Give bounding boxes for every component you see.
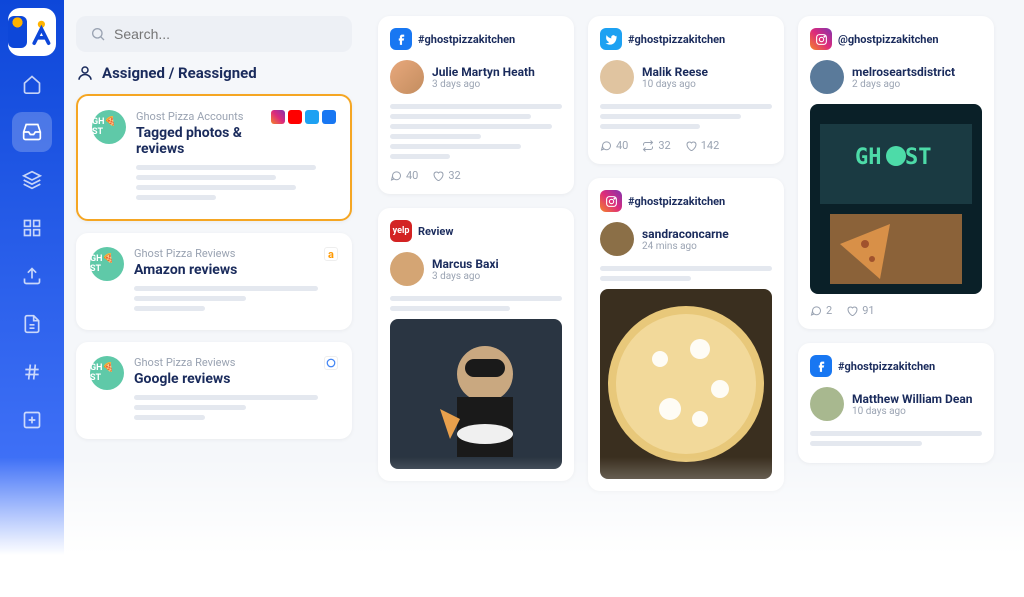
nav-layers[interactable] xyxy=(12,160,52,200)
feed-column: #ghostpizzakitchen Malik Reese 10 days a… xyxy=(588,16,784,581)
avatar xyxy=(600,222,634,256)
stream-card[interactable]: GH🍕ST Ghost Pizza Accounts Tagged photos… xyxy=(76,94,352,221)
post-hashtag: #ghostpizzakitchen xyxy=(418,33,515,46)
post-hashtag: #ghostpizzakitchen xyxy=(628,195,725,208)
stream-meta: Ghost Pizza Accounts xyxy=(136,110,271,123)
post-image: GH ST xyxy=(810,104,982,294)
feed: #ghostpizzakitchen Julie Martyn Heath 3 … xyxy=(364,0,1024,597)
timestamp: 2 days ago xyxy=(852,79,955,90)
twitter-icon xyxy=(600,28,622,50)
timestamp: 3 days ago xyxy=(432,271,499,282)
comment-count[interactable]: 2 xyxy=(810,304,832,317)
stream-title: Google reviews xyxy=(134,371,235,387)
stream-meta: Ghost Pizza Reviews xyxy=(134,356,235,369)
youtube-icon xyxy=(288,110,302,124)
like-count[interactable]: 32 xyxy=(432,169,460,182)
author-name: Matthew William Dean xyxy=(852,392,972,406)
instagram-icon xyxy=(271,110,285,124)
google-icon xyxy=(324,356,338,370)
feed-column: #ghostpizzakitchen Julie Martyn Heath 3 … xyxy=(378,16,574,581)
post-card[interactable]: yelp Review Marcus Baxi 3 days ago xyxy=(378,208,574,481)
post-label: Review xyxy=(418,225,453,238)
nav-add[interactable] xyxy=(12,400,52,440)
like-count[interactable]: 91 xyxy=(846,304,874,317)
facebook-icon xyxy=(810,355,832,377)
nav-document[interactable] xyxy=(12,304,52,344)
stream-card[interactable]: GH🍕ST Ghost Pizza Reviews Google reviews xyxy=(76,342,352,439)
nav-inbox[interactable] xyxy=(12,112,52,152)
nav-hashtag[interactable] xyxy=(12,352,52,392)
stream-title: Amazon reviews xyxy=(134,262,237,278)
section-title: Assigned / Reassigned xyxy=(102,64,257,82)
twitter-icon xyxy=(305,110,319,124)
timestamp: 10 days ago xyxy=(642,79,708,90)
stream-avatar: GH🍕ST xyxy=(90,247,124,281)
search-icon xyxy=(90,26,106,42)
post-hashtag: @ghostpizzakitchen xyxy=(838,33,939,46)
stream-avatar: GH🍕ST xyxy=(92,110,126,144)
post-card[interactable]: #ghostpizzakitchen Matthew William Dean … xyxy=(798,343,994,463)
post-image xyxy=(600,289,772,479)
like-count[interactable]: 142 xyxy=(685,139,720,152)
comment-count[interactable]: 40 xyxy=(600,139,628,152)
amazon-icon: a xyxy=(324,247,338,261)
author-name: Marcus Baxi xyxy=(432,257,499,271)
avatar xyxy=(810,60,844,94)
facebook-icon xyxy=(390,28,412,50)
svg-text:ST: ST xyxy=(905,145,932,170)
avatar xyxy=(390,60,424,94)
stream-title: Tagged photos & reviews xyxy=(136,125,271,157)
sidebar-nav xyxy=(0,0,64,597)
timestamp: 24 mins ago xyxy=(642,241,729,252)
nav-upload[interactable] xyxy=(12,256,52,296)
yelp-icon: yelp xyxy=(390,220,412,242)
stream-avatar: GH🍕ST xyxy=(90,356,124,390)
nav-home[interactable] xyxy=(12,64,52,104)
timestamp: 3 days ago xyxy=(432,79,535,90)
post-image xyxy=(390,319,562,469)
stream-platform-icons xyxy=(271,110,336,124)
timestamp: 10 days ago xyxy=(852,406,972,417)
author-name: Julie Martyn Heath xyxy=(432,65,535,79)
post-hashtag: #ghostpizzakitchen xyxy=(628,33,725,46)
stream-meta: Ghost Pizza Reviews xyxy=(134,247,237,260)
stream-card[interactable]: GH🍕ST Ghost Pizza Reviews Amazon reviews… xyxy=(76,233,352,330)
instagram-icon xyxy=(810,28,832,50)
author-name: sandraconcarne xyxy=(642,227,729,241)
repost-count[interactable]: 32 xyxy=(642,139,670,152)
post-hashtag: #ghostpizzakitchen xyxy=(838,360,935,373)
avatar xyxy=(810,387,844,421)
feed-column: @ghostpizzakitchen melroseartsdistrict 2… xyxy=(798,16,994,581)
search-input[interactable] xyxy=(114,26,338,42)
nav-grid[interactable] xyxy=(12,208,52,248)
instagram-icon xyxy=(600,190,622,212)
post-card[interactable]: @ghostpizzakitchen melroseartsdistrict 2… xyxy=(798,16,994,329)
svg-text:GH: GH xyxy=(855,145,882,170)
avatar xyxy=(390,252,424,286)
search-bar[interactable] xyxy=(76,16,352,52)
streams-panel: Assigned / Reassigned GH🍕ST Ghost Pizza … xyxy=(64,0,364,597)
app-logo xyxy=(8,8,56,56)
facebook-icon xyxy=(322,110,336,124)
post-card[interactable]: #ghostpizzakitchen Julie Martyn Heath 3 … xyxy=(378,16,574,194)
user-icon xyxy=(76,64,94,82)
comment-count[interactable]: 40 xyxy=(390,169,418,182)
section-heading: Assigned / Reassigned xyxy=(76,64,352,82)
author-name: melroseartsdistrict xyxy=(852,65,955,79)
post-card[interactable]: #ghostpizzakitchen sandraconcarne 24 min… xyxy=(588,178,784,491)
author-name: Malik Reese xyxy=(642,65,708,79)
avatar xyxy=(600,60,634,94)
post-card[interactable]: #ghostpizzakitchen Malik Reese 10 days a… xyxy=(588,16,784,164)
